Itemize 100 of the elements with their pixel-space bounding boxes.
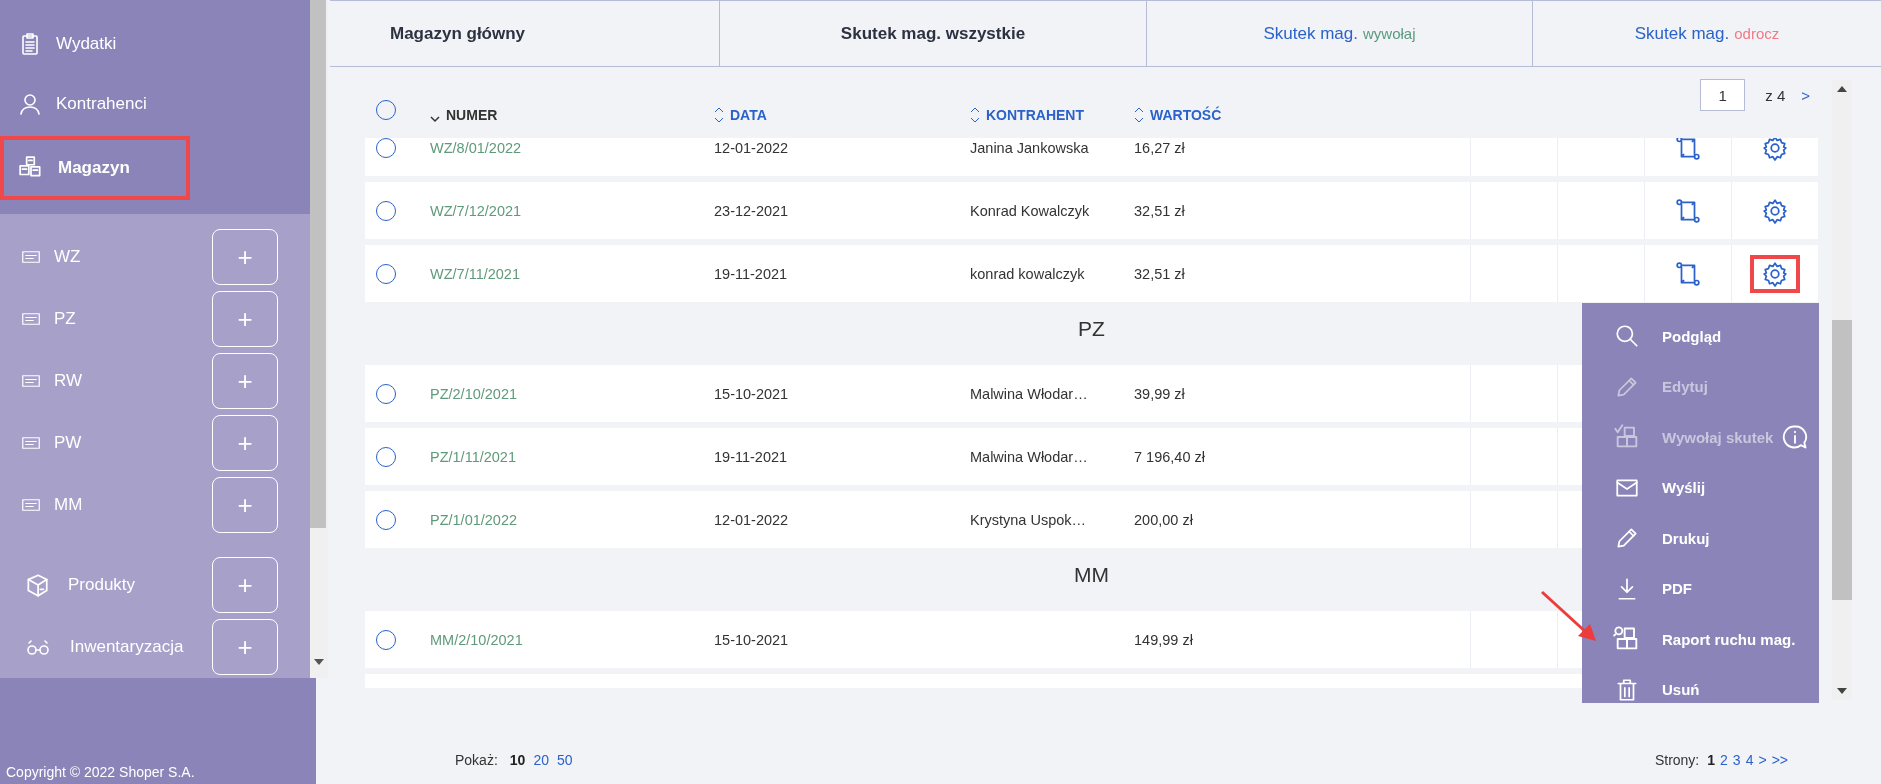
column-label: NUMER [446, 107, 498, 123]
search-icon [1614, 323, 1640, 350]
add-button[interactable]: + [212, 619, 278, 675]
table-cell: 16,27 zł [1134, 139, 1185, 156]
sort-icon [970, 106, 980, 124]
group-title: MM [1074, 563, 1109, 587]
sort-down-icon [430, 114, 440, 124]
warehouse-selector[interactable]: Magazyn główny [330, 1, 720, 66]
document-number[interactable]: PZ/2/10/2021 [430, 385, 518, 402]
table-cell: Janina Jankowska [970, 139, 1089, 156]
transfer-icon [1675, 260, 1701, 287]
document-number[interactable]: WZ/7/11/2021 [430, 265, 520, 282]
add-button[interactable]: + [212, 229, 278, 285]
add-button[interactable]: + [212, 477, 278, 533]
nav-item[interactable]: Wydatki [0, 16, 310, 72]
menu-item[interactable]: Raport ruchu mag. [1582, 614, 1819, 665]
column-label: DATA [730, 107, 767, 123]
table-cell: 23-12-2021 [714, 202, 789, 219]
transfer-icon [1675, 138, 1701, 161]
table-cell: konrad kowalczyk [970, 265, 1085, 282]
settings-icon[interactable] [1762, 260, 1788, 287]
document-number[interactable]: PZ/1/11/2021 [430, 448, 516, 465]
column-header[interactable]: NUMER [430, 106, 714, 124]
table-row[interactable]: WZ/8/01/2022 12-01-2022 Janina Jankowska 16,27 zł [365, 138, 1818, 176]
table-cell: 19-11-2021 [714, 265, 788, 282]
trash-icon [1614, 676, 1640, 703]
menu-item[interactable]: Podgląd [1582, 311, 1819, 362]
table-cell: 15-10-2021 [714, 631, 789, 648]
document-type-icon [20, 310, 42, 328]
table-cell: 7 196,40 zł [1134, 448, 1205, 465]
radio-button[interactable] [376, 383, 396, 404]
show-label: Pokaż: [455, 752, 498, 768]
document-number[interactable]: WZ/7/12/2021 [430, 202, 522, 219]
table-cell: 15-10-2021 [714, 385, 789, 402]
column-header[interactable]: WARTOŚĆ [1134, 106, 1470, 124]
table-cell: 200,00 zł [1134, 511, 1193, 528]
sidebar-item[interactable]: PW [20, 433, 212, 453]
tab[interactable]: Skutek mag. wszystkie [720, 1, 1147, 66]
page-link[interactable]: 3 [1732, 752, 1741, 768]
radio-button[interactable] [376, 263, 396, 284]
column-header[interactable]: DATA [714, 106, 970, 124]
table-cell: Krystyna Uspok… [970, 511, 1087, 528]
table-cell: 32,51 zł [1134, 265, 1185, 282]
tab[interactable]: Skutek mag. odrocz [1533, 1, 1881, 66]
add-button[interactable]: + [212, 291, 278, 347]
column-header[interactable]: KONTRAHENT [970, 106, 1134, 124]
table-cell: 12-01-2022 [714, 139, 789, 156]
table-row[interactable]: WZ/7/11/2021 19-11-2021 konrad kowalczyk 32,51 zł [365, 245, 1818, 302]
page-size-link[interactable]: 10 [509, 752, 526, 768]
sort-icon [1134, 106, 1144, 124]
document-number[interactable]: MM/2/10/2021 [430, 631, 523, 648]
menu-item[interactable]: PDF [1582, 563, 1819, 614]
table-row[interactable]: WZ/7/12/2021 23-12-2021 Konrad Kowalczyk 32,51 zł [365, 182, 1818, 239]
sidebar-item[interactable]: RW [20, 371, 212, 391]
radio-button[interactable] [376, 138, 396, 158]
scrollbar[interactable] [310, 0, 328, 678]
page-link[interactable]: 2 [1720, 752, 1728, 768]
table-cell: Malwina Włodar… [970, 385, 1088, 402]
settings-icon[interactable] [1762, 138, 1788, 161]
document-number[interactable]: WZ/8/01/2022 [430, 139, 522, 156]
tab[interactable]: Skutek mag. wywołaj [1147, 1, 1533, 66]
box-icon [24, 572, 50, 598]
table-cell: 32,51 zł [1134, 202, 1185, 219]
page-link[interactable]: >> [1771, 752, 1788, 768]
add-button[interactable]: + [212, 415, 278, 471]
document-type-icon [20, 496, 42, 514]
add-button[interactable]: + [212, 557, 278, 613]
page-size-link[interactable]: 50 [556, 752, 573, 768]
column-label: KONTRAHENT [986, 107, 1084, 123]
table-cell: 149,99 zł [1134, 631, 1193, 648]
sidebar-item[interactable]: WZ [20, 247, 212, 267]
page-link[interactable]: 1 [1707, 752, 1716, 768]
sidebar-item[interactable]: PZ [20, 309, 212, 329]
radio-button[interactable] [376, 446, 396, 467]
page-size-link[interactable]: 20 [533, 752, 549, 768]
add-button[interactable]: + [212, 353, 278, 409]
radio-button[interactable] [376, 629, 396, 650]
page-count: z 4 [1765, 86, 1786, 104]
copyright-text: Copyright © 2022 Shoper S.A. [6, 764, 195, 780]
radio-button[interactable] [376, 509, 396, 530]
sort-icon [714, 106, 724, 124]
settings-icon[interactable] [1762, 197, 1788, 224]
nav-item[interactable]: Kontrahenci [0, 76, 310, 132]
document-type-icon [20, 248, 42, 266]
radio-button[interactable] [376, 200, 396, 221]
table-cell: Konrad Kowalczyk [970, 202, 1090, 219]
document-type-icon [20, 372, 42, 390]
sidebar-item[interactable]: Produkty [24, 572, 212, 598]
nav-item[interactable]: Magazyn [0, 136, 190, 200]
page-link[interactable]: 4 [1745, 752, 1754, 768]
sidebar-item[interactable]: Inwentaryzacja [24, 635, 212, 659]
page-link[interactable]: > [1758, 752, 1767, 768]
document-type-icon [20, 434, 42, 452]
page-input[interactable]: 1 [1700, 79, 1746, 111]
group-title: PZ [1078, 317, 1105, 341]
person-icon [18, 92, 42, 116]
scrollbar[interactable] [1832, 80, 1852, 700]
document-number[interactable]: PZ/1/01/2022 [430, 511, 518, 528]
next-page-link[interactable]: > [1801, 86, 1810, 104]
sidebar-item[interactable]: MM [20, 495, 212, 515]
